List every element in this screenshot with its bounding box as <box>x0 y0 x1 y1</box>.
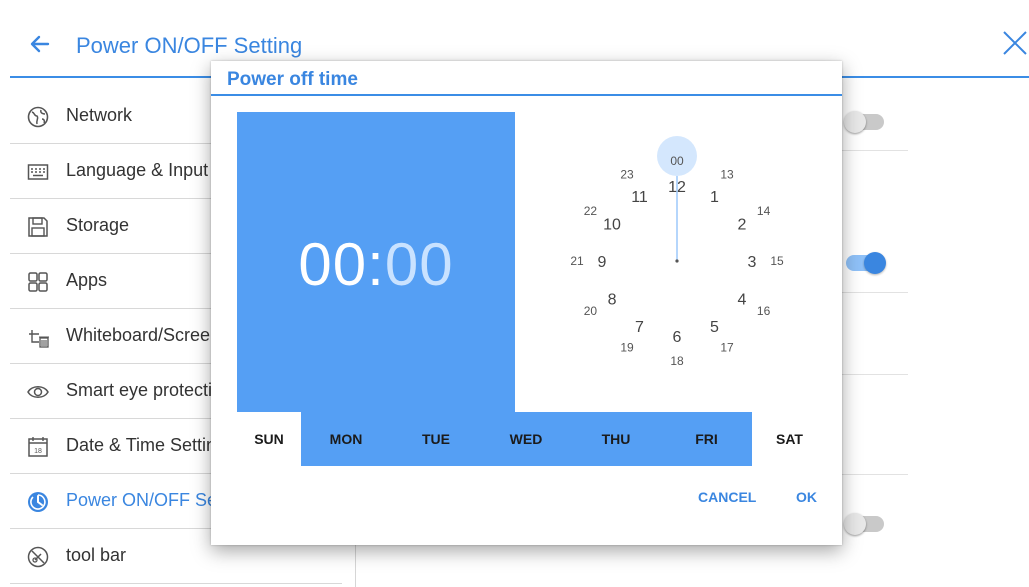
apps-grid-icon <box>28 272 48 292</box>
clock-face[interactable]: 121234567891011001314151617181920212223 <box>527 122 827 412</box>
day-mon[interactable]: MON <box>301 412 391 466</box>
sidebar-item-label: Date & Time Settings <box>66 435 236 455</box>
clock-center <box>675 259 679 263</box>
day-thu[interactable]: THU <box>571 412 661 466</box>
clock-hour24-label: 22 <box>584 204 598 218</box>
clock-hour24-label: 16 <box>757 304 771 318</box>
keyboard-icon <box>27 164 49 180</box>
clock-hour-label: 5 <box>710 319 719 336</box>
dialog-title: Power off time <box>227 69 358 90</box>
time-separator: : <box>367 231 385 298</box>
time-display: 00:00 <box>237 230 515 299</box>
clock-hour24-label: 18 <box>670 354 684 368</box>
sidebar-item-label: Storage <box>66 215 130 235</box>
weekday-selector: SUN MON TUE WED THU FRI SAT <box>237 412 827 466</box>
sidebar-item-label: Apps <box>66 270 108 290</box>
sidebar-item-label: Language & Input <box>66 160 209 180</box>
clock-hour-label: 1 <box>710 189 719 206</box>
setting-toggle-1[interactable] <box>844 111 884 133</box>
clock-hour24-label: 15 <box>770 254 784 268</box>
day-tue[interactable]: TUE <box>391 412 481 466</box>
hour-display[interactable]: 00 <box>298 231 367 298</box>
svg-text:18: 18 <box>34 448 42 455</box>
time-display-panel: 00:00 <box>237 112 515 412</box>
toolbar-icon <box>27 546 49 568</box>
clock-hour-label: 6 <box>673 329 682 346</box>
sidebar-item-label: Network <box>66 105 133 125</box>
clock-hour24-label: 13 <box>720 167 734 181</box>
save-icon <box>28 217 48 237</box>
clock-hour-label: 4 <box>737 292 746 309</box>
calendar-icon: 18 <box>28 437 48 457</box>
day-wed[interactable]: WED <box>481 412 571 466</box>
day-sun[interactable]: SUN <box>237 412 301 466</box>
day-sat[interactable]: SAT <box>752 412 827 466</box>
close-icon[interactable] <box>1000 28 1028 56</box>
globe-icon <box>27 106 49 128</box>
eye-icon <box>27 386 49 398</box>
clock-hour-label: 3 <box>748 254 757 271</box>
clock-hour24-label: 21 <box>570 254 584 268</box>
toggle-knob <box>844 513 866 535</box>
clock-hour24-label: 14 <box>757 204 771 218</box>
sidebar-item-label: Whiteboard/Screen <box>66 325 221 345</box>
sidebar-item-label: tool bar <box>66 545 127 565</box>
dialog-title-divider <box>211 94 842 96</box>
clock-hour-label: 7 <box>635 319 644 336</box>
clock-hour24-label: 17 <box>720 341 734 355</box>
clock-hour-label: 10 <box>603 217 621 234</box>
setting-toggle-2[interactable] <box>846 252 886 274</box>
power-off-time-dialog: Power off time 00:00 12 1 2 3 4 5 6 7 8 9 10 11 00 13… <box>211 61 842 545</box>
whiteboard-icon <box>29 330 49 348</box>
clock-hour-label: 12 <box>668 179 686 196</box>
toggle-knob <box>844 111 866 133</box>
ok-button[interactable]: OK <box>796 489 817 505</box>
clock-hour24-label: 23 <box>620 167 634 181</box>
toggle-knob <box>864 252 886 274</box>
setting-toggle-3[interactable] <box>844 513 884 535</box>
clock-hour24-label: 20 <box>584 304 598 318</box>
day-fri[interactable]: FRI <box>661 412 752 466</box>
minute-display[interactable]: 00 <box>385 231 454 298</box>
sidebar-item-label: Smart eye protection <box>66 380 233 400</box>
clock-hour24-label: 00 <box>670 154 684 168</box>
clock-hour-label: 2 <box>737 217 746 234</box>
page-title: Power ON/OFF Setting <box>76 33 303 58</box>
clock-hour-label: 8 <box>608 292 617 309</box>
arrow-left-icon[interactable] <box>26 30 54 58</box>
clock-hour-label: 11 <box>631 189 648 206</box>
clock-hour-label: 9 <box>598 254 607 271</box>
power-timer-icon <box>28 492 48 512</box>
cancel-button[interactable]: CANCEL <box>698 489 756 505</box>
clock-hour24-label: 19 <box>620 341 634 355</box>
